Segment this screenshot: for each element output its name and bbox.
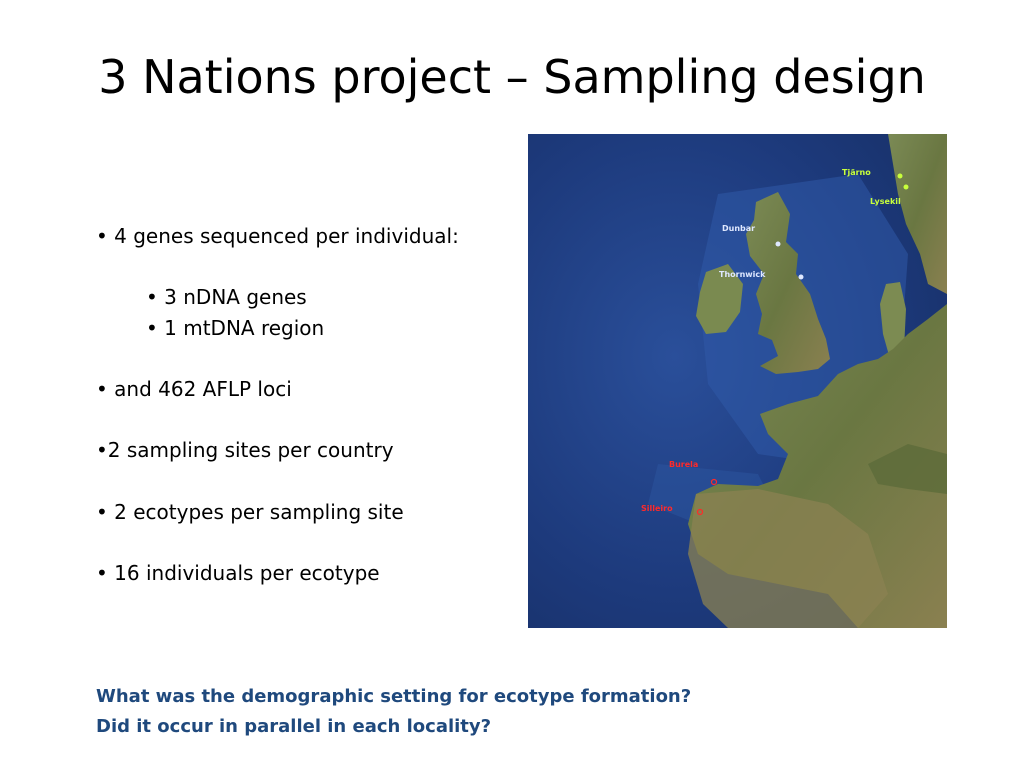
research-questions: What was the demographic setting for eco… <box>96 682 691 742</box>
sampling-map: Tjärno Lysekil Dunbar Thornwick Burela S… <box>528 134 947 628</box>
question-2: Did it occur in parallel in each localit… <box>96 716 492 737</box>
site-label-thornwick: Thornwick <box>719 270 766 279</box>
slide: 3 Nations project – Sampling design • 4 … <box>0 0 1024 768</box>
bullet-ecotypes: • 2 ecotypes per sampling site <box>96 500 404 524</box>
site-label-dunbar: Dunbar <box>722 224 755 233</box>
map-graphic: Tjärno Lysekil Dunbar Thornwick Burela S… <box>528 134 947 628</box>
sub-bullet-mtdna: • 1 mtDNA region <box>146 316 325 340</box>
site-label-lysekil: Lysekil <box>870 197 901 206</box>
site-label-silleiro: Silleiro <box>641 504 673 513</box>
site-label-burela: Burela <box>669 460 698 469</box>
question-1: What was the demographic setting for eco… <box>96 686 692 707</box>
site-label-tjarno: Tjärno <box>842 168 871 177</box>
bullet-individuals: • 16 individuals per ecotype <box>96 561 380 585</box>
bullet-genes: • 4 genes sequenced per individual: <box>96 224 459 248</box>
bullet-sites: •2 sampling sites per country <box>96 438 394 462</box>
sub-bullet-ndna: • 3 nDNA genes <box>146 285 307 309</box>
bullet-aflp: • and 462 AFLP loci <box>96 377 292 401</box>
slide-title: 3 Nations project – Sampling design <box>98 49 926 104</box>
